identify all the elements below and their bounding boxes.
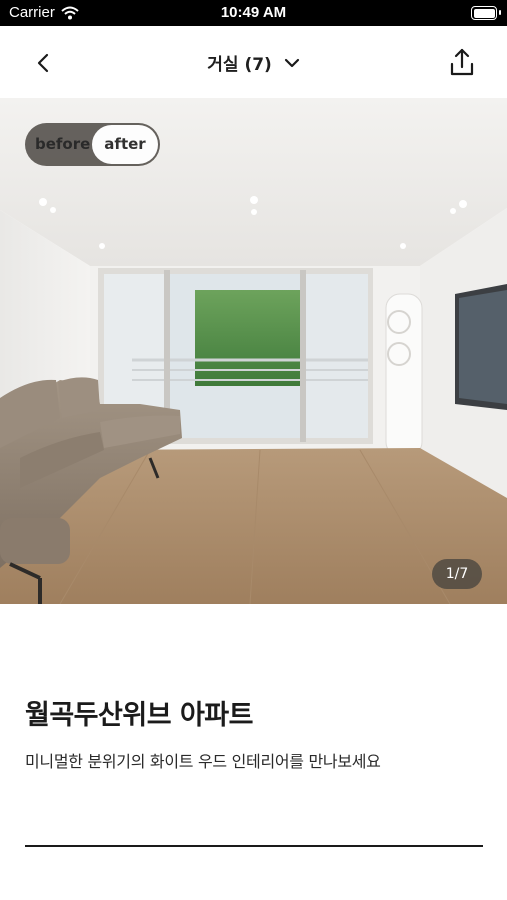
after-option[interactable]: after [92,125,158,164]
before-after-toggle[interactable]: before after [25,123,160,166]
share-icon[interactable] [447,46,477,80]
room-selector[interactable]: 거실 (7) [0,50,507,75]
photo-counter-badge: 1/7 [432,559,482,589]
project-title: 월곡두산위브 아파트 [25,700,253,731]
clock: 10:49 AM [220,4,287,21]
living-room-illustration [0,98,507,604]
nav-header: 거실 (7) [0,26,507,98]
section-divider [25,845,483,847]
battery-icon [471,6,497,20]
status-bar: Carrier 10:49 AM [0,0,507,26]
room-photo[interactable] [0,98,507,604]
project-description: 미니멀한 분위기의 화이트 우드 인테리어를 만나보세요 [25,752,381,771]
chevron-down-icon [284,58,299,67]
before-option[interactable]: before [35,135,90,153]
battery-tip [499,10,501,15]
page-title: 거실 (7) [207,55,272,75]
